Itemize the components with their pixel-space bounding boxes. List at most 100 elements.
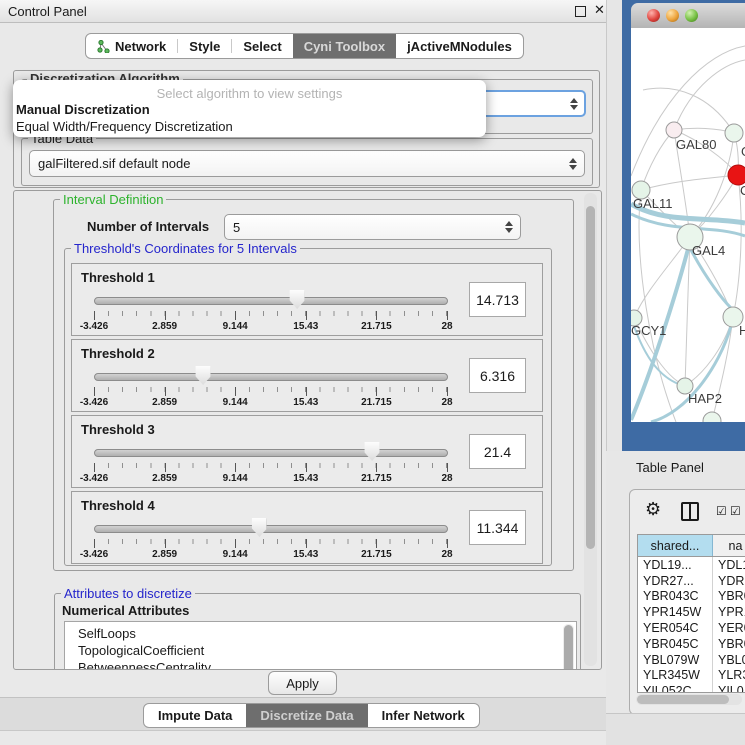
threshold-label: Threshold 2 <box>81 346 155 361</box>
threshold-slider[interactable]: -3.4262.8599.14415.4321.71528 <box>94 516 446 562</box>
checkbox-icon[interactable]: ☑ <box>716 505 727 517</box>
algorithm-dropdown-popup: Select algorithm to view settings Manual… <box>13 80 486 137</box>
close-window-button[interactable] <box>647 9 660 22</box>
tab-network[interactable]: Network <box>86 34 177 58</box>
tick-label: 21.715 <box>361 473 392 484</box>
attributes-list-scrollbar[interactable] <box>563 624 574 670</box>
slider-track[interactable] <box>94 373 448 381</box>
table-row[interactable]: YBR045CYBR0 <box>638 636 745 652</box>
tick-label: 15.43 <box>293 397 318 408</box>
tab-jactivemnodules[interactable]: jActiveMNodules <box>396 34 523 58</box>
tab-select[interactable]: Select <box>232 34 292 58</box>
threshold-value-field[interactable]: 14.713 <box>469 282 526 317</box>
network-node[interactable] <box>725 124 743 142</box>
scrollbar-thumb[interactable] <box>564 625 573 670</box>
gear-icon[interactable]: ⚙ <box>645 500 661 518</box>
float-icon[interactable] <box>575 6 586 17</box>
zoom-window-button[interactable] <box>685 9 698 22</box>
table-cell: YBL0 <box>713 652 745 668</box>
major-tick <box>94 311 95 320</box>
checkbox-icon[interactable]: ☑ <box>730 505 741 517</box>
threshold-panel: Threshold 2 -3.4262.8599.14415.4321.7152… <box>71 339 543 412</box>
table-row[interactable]: YPR145WYPR1 <box>638 604 745 620</box>
network-canvas-svg: GAL80GCGAL11GAL4GCY1HHAP2 <box>631 28 745 422</box>
network-node-label: HAP2 <box>688 391 722 406</box>
scrollbar-thumb[interactable] <box>637 695 729 704</box>
network-canvas[interactable]: GAL80GCGAL11GAL4GCY1HHAP2 <box>631 28 745 422</box>
table-cell: YBL079W <box>638 652 713 668</box>
network-edge-teal <box>691 250 731 308</box>
threshold-panel: Threshold 4 -3.4262.8599.14415.4321.7152… <box>71 491 543 564</box>
slider-handle[interactable] <box>196 366 211 385</box>
tab-impute-data[interactable]: Impute Data <box>144 704 246 727</box>
threshold-slider[interactable]: -3.4262.8599.14415.4321.71528 <box>94 440 446 486</box>
number-of-intervals-combobox[interactable]: 5 <box>224 214 521 240</box>
network-edge <box>641 175 738 190</box>
table-horizontal-scrollbar[interactable] <box>636 694 742 705</box>
network-edge <box>641 130 674 190</box>
threshold-value-field[interactable]: 11.344 <box>469 510 526 545</box>
threshold-slider[interactable]: -3.4262.8599.14415.4321.71528 <box>94 288 446 334</box>
attribute-item[interactable]: BetweennessCentrality <box>65 659 576 670</box>
major-tick <box>235 463 236 472</box>
table-row[interactable]: YIL052CYIL0 <box>638 683 745 693</box>
combobox-stepper-icon[interactable] <box>569 158 577 170</box>
tab-infer-network[interactable]: Infer Network <box>368 704 479 727</box>
major-tick <box>94 539 95 548</box>
control-panel: Control Panel ✕ Network Style Select Cyn… <box>0 0 607 745</box>
combobox-stepper-icon[interactable] <box>570 98 578 110</box>
tab-style[interactable]: Style <box>178 34 231 58</box>
tick-label: -3.426 <box>80 397 108 408</box>
table-cell: YER0 <box>713 620 745 636</box>
network-node[interactable] <box>703 412 721 422</box>
network-node-label: GAL4 <box>692 243 725 258</box>
slider-track[interactable] <box>94 525 448 533</box>
split-columns-icon[interactable] <box>681 502 699 521</box>
table-row[interactable]: YDL19...YDL1 <box>638 557 745 573</box>
slider-handle[interactable] <box>252 518 267 537</box>
threshold-value-field[interactable]: 21.4 <box>469 434 526 469</box>
settings-scroll-area: Interval Definition Number of Intervals … <box>13 190 602 670</box>
column-header-name[interactable]: na <box>713 535 745 556</box>
table-row[interactable]: YBR043CYBR0 <box>638 589 745 605</box>
slider-scale: -3.4262.8599.14415.4321.71528 <box>94 321 447 333</box>
column-header-shared-name[interactable]: shared... <box>638 535 713 556</box>
tab-cyni-toolbox[interactable]: Cyni Toolbox <box>293 34 396 58</box>
tab-label: jActiveMNodules <box>407 39 512 54</box>
table-row[interactable]: YER054CYER0 <box>638 620 745 636</box>
combobox-stepper-icon[interactable] <box>505 221 513 233</box>
table-row[interactable]: YBL079WYBL0 <box>638 652 745 668</box>
scrollbar-thumb[interactable] <box>586 206 595 549</box>
table-row[interactable]: YLR345WYLR3 <box>638 668 745 684</box>
minimize-window-button[interactable] <box>666 9 679 22</box>
attribute-item[interactable]: TopologicalCoefficient <box>65 642 576 659</box>
apply-button[interactable]: Apply <box>268 671 337 695</box>
table-cell: YPR1 <box>713 604 745 620</box>
major-tick <box>235 539 236 548</box>
network-node[interactable] <box>728 165 745 185</box>
numerical-attributes-label: Numerical Attributes <box>62 603 189 618</box>
popup-option-equal-width[interactable]: Equal Width/Frequency Discretization <box>13 118 486 135</box>
tab-discretize-data[interactable]: Discretize Data <box>246 704 367 727</box>
numerical-attributes-list[interactable]: SelfLoopsTopologicalCoefficientBetweenne… <box>64 621 577 670</box>
thresholds-group: Threshold's Coordinates for 5 Intervals … <box>64 248 552 566</box>
network-node[interactable] <box>666 122 682 138</box>
close-icon[interactable]: ✕ <box>594 2 605 18</box>
popup-option-manual[interactable]: Manual Discretization <box>13 101 486 118</box>
threshold-label: Threshold 1 <box>81 270 155 285</box>
threshold-slider[interactable]: -3.4262.8599.14415.4321.71528 <box>94 364 446 410</box>
attribute-item[interactable]: SelfLoops <box>65 625 576 642</box>
slider-track[interactable] <box>94 449 448 457</box>
table-cell: YBR0 <box>713 589 745 605</box>
major-tick <box>447 463 448 472</box>
slider-handle[interactable] <box>365 442 380 461</box>
major-tick <box>376 539 377 548</box>
slider-handle[interactable] <box>290 290 305 309</box>
slider-track[interactable] <box>94 297 448 305</box>
settings-vertical-scrollbar[interactable] <box>584 193 597 666</box>
table-row[interactable]: YDR27...YDR2 <box>638 573 745 589</box>
threshold-value-field[interactable]: 6.316 <box>469 358 526 393</box>
table-data-combobox[interactable]: galFiltered.sif default node <box>29 150 585 177</box>
slider-ticks <box>94 387 447 396</box>
major-tick <box>447 311 448 320</box>
